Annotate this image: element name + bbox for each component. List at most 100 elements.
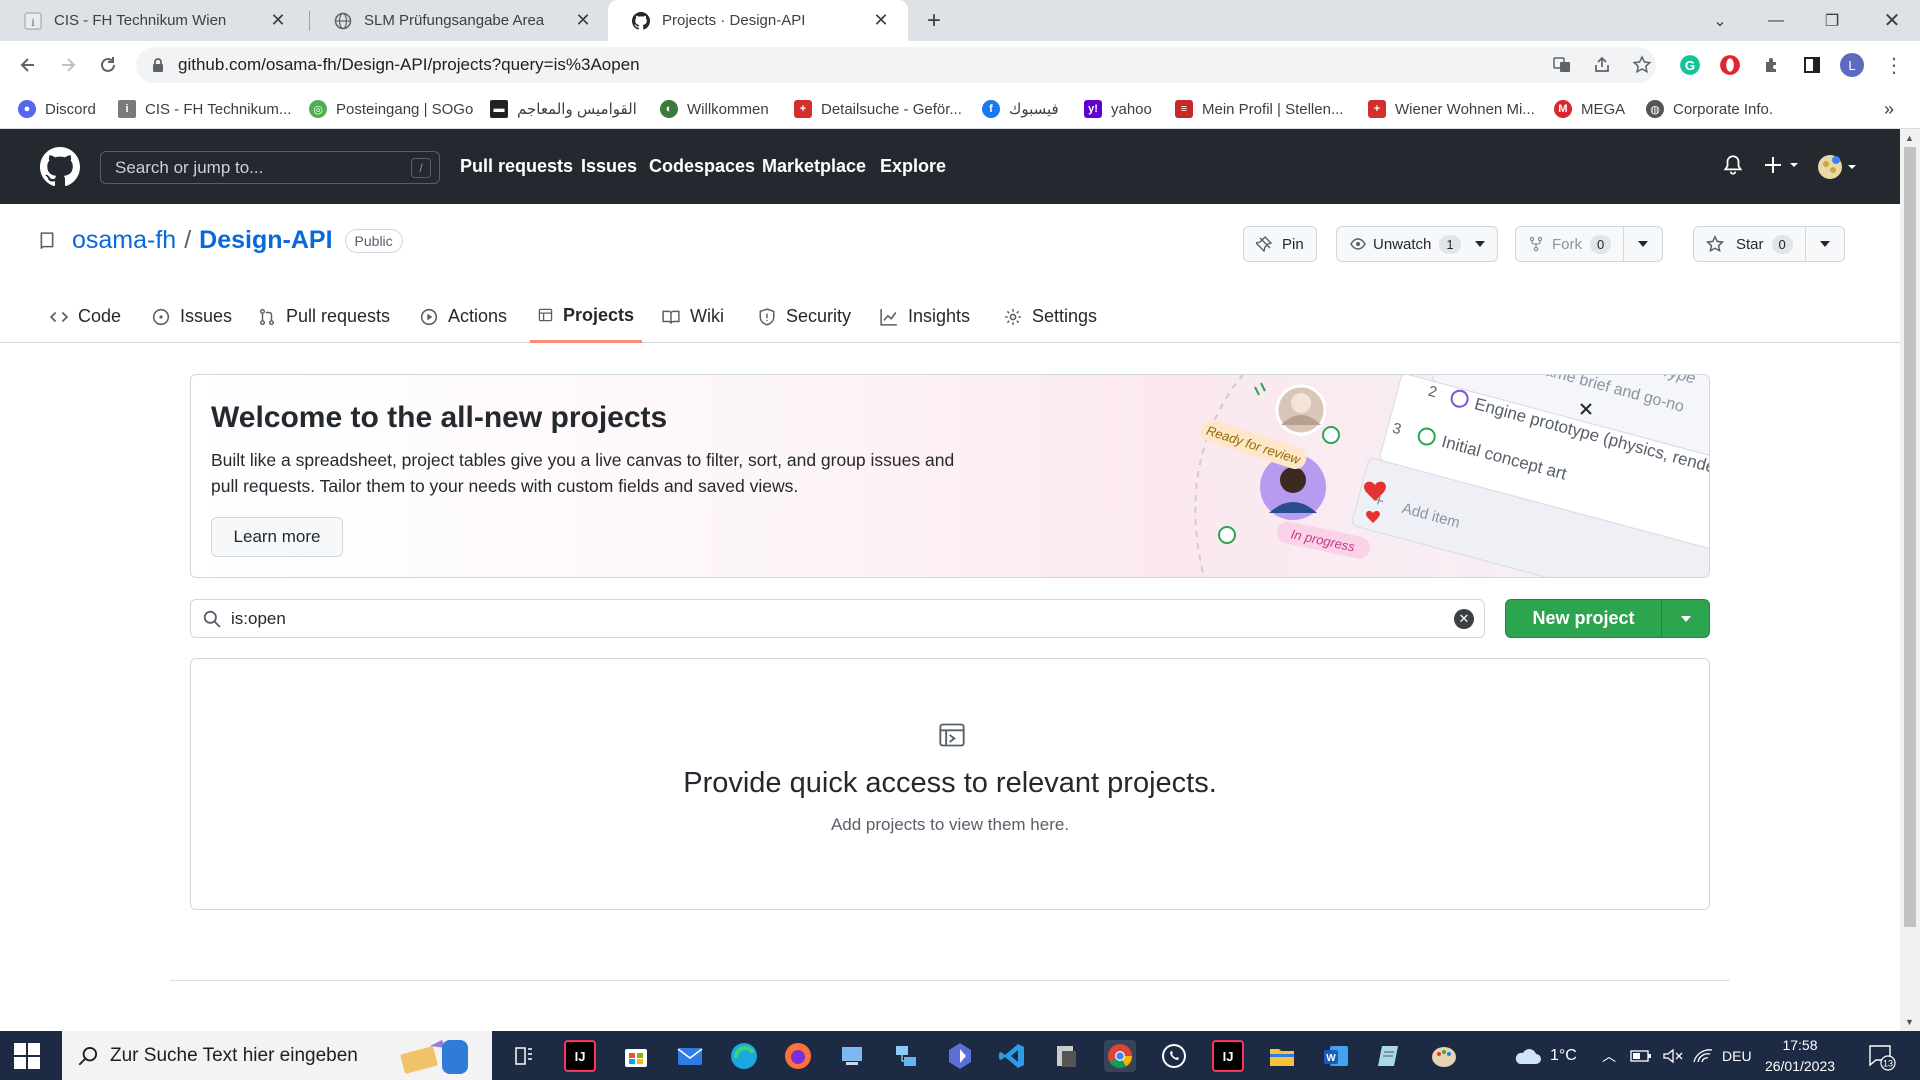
restore-button[interactable]: ❐ [1804,0,1860,41]
tab-settings[interactable]: Settings [996,290,1105,343]
minimize-button[interactable]: — [1748,0,1804,41]
tab-insights[interactable]: Insights [872,290,978,343]
global-search-input[interactable]: Search or jump to... / [100,151,440,184]
user-avatar-dropdown[interactable] [1818,154,1862,180]
scroll-up-arrow-icon[interactable]: ▲ [1905,133,1914,143]
bookmarks-overflow-icon[interactable]: » [1884,97,1894,121]
close-icon[interactable]: ✕ [870,10,892,32]
fork-button[interactable]: Fork 0 [1516,227,1623,261]
bookmark-willkommen[interactable]: ◐ Willkommen [660,97,769,121]
jetbrains-icon[interactable]: IJ [1212,1040,1244,1072]
new-project-button[interactable]: New project [1506,608,1661,629]
chrome-menu-icon[interactable]: ⋮ [1880,51,1908,79]
bookmark-star-icon[interactable] [1628,51,1656,79]
power-automate-icon[interactable] [944,1040,976,1072]
nav-pull-requests[interactable]: Pull requests [460,156,573,177]
paint-icon[interactable] [1428,1040,1460,1072]
intellij-icon[interactable]: IJ [564,1040,596,1072]
bookmark-facebook[interactable]: f فيسبوك [982,97,1059,121]
bookmark-dictionary[interactable]: ▬ القواميس والمعاجم [490,97,637,121]
reload-button[interactable] [94,51,122,79]
address-bar[interactable]: github.com/osama-fh/Design-API/projects?… [136,47,1656,83]
scrollbar-thumb[interactable] [1904,147,1916,927]
battery-icon[interactable] [1630,1031,1652,1080]
share-icon[interactable] [1588,51,1616,79]
pin-button[interactable]: Pin [1243,226,1317,262]
fork-dropdown-button[interactable] [1624,227,1662,261]
bell-icon[interactable] [1722,154,1744,176]
scroll-down-arrow-icon[interactable]: ▼ [1905,1017,1914,1027]
create-new-dropdown[interactable] [1764,154,1804,176]
nav-issues[interactable]: Issues [581,156,637,177]
projects-filter-input[interactable]: is:open ✕ [190,599,1485,638]
star-dropdown-button[interactable] [1806,227,1844,261]
bookmark-yahoo[interactable]: y! yahoo [1084,97,1152,121]
unwatch-button[interactable]: Unwatch 1 [1337,227,1473,261]
bookmark-mega[interactable]: M MEGA [1554,97,1625,121]
chrome-icon[interactable] [1104,1040,1136,1072]
bookmark-cis[interactable]: i CIS - FH Technikum... [118,97,291,121]
nav-codespaces[interactable]: Codespaces [649,156,755,177]
side-panel-icon[interactable] [1798,51,1826,79]
learn-more-button[interactable]: Learn more [211,517,343,557]
unwatch-dropdown-button[interactable] [1473,227,1497,261]
tray-overflow-icon[interactable]: ︿ [1602,1031,1616,1080]
repo-owner-link[interactable]: osama-fh [72,226,176,255]
file-explorer-icon[interactable] [1266,1040,1298,1072]
browser-tab-slm[interactable]: SLM Prüfungsangabe Area ✕ [310,0,610,41]
bookmark-mein-profil[interactable]: ≡ Mein Profil | Stellen... [1175,97,1343,121]
tab-search-icon[interactable]: ⌄ [1692,0,1748,41]
tab-pull-requests[interactable]: Pull requests [250,290,398,343]
profile-avatar[interactable]: L [1838,51,1866,79]
tab-issues[interactable]: Issues [144,290,240,343]
windows-start-icon[interactable] [14,1043,40,1069]
task-view-icon[interactable] [508,1040,540,1072]
tab-projects[interactable]: Projects [530,290,642,343]
clock[interactable]: 17:58 26/01/2023 [1760,1035,1840,1077]
tab-actions[interactable]: Actions [412,290,515,343]
close-icon[interactable]: ✕ [267,10,289,32]
nav-marketplace[interactable]: Marketplace [762,156,866,177]
forward-button[interactable] [54,51,82,79]
repo-name-link[interactable]: Design-API [199,226,332,255]
snipping-tool-icon[interactable] [1050,1040,1082,1072]
taskbar-search-input[interactable]: Zur Suche Text hier eingeben [62,1031,492,1080]
translate-icon[interactable] [1548,51,1576,79]
extensions-icon[interactable] [1758,51,1786,79]
bookmark-wiener-wohnen[interactable]: + Wiener Wohnen Mi... [1368,97,1535,121]
network-app-icon[interactable] [890,1040,922,1072]
notepad-icon[interactable] [1374,1040,1406,1072]
tab-wiki[interactable]: Wiki [654,290,732,343]
volume-muted-icon[interactable] [1662,1031,1684,1080]
bookmark-detailsuche[interactable]: + Detailsuche - Geför... [794,97,962,121]
page-scrollbar[interactable]: ▲ ▼ [1900,129,1920,1031]
word-icon[interactable]: W [1320,1040,1352,1072]
remote-desktop-icon[interactable] [836,1040,868,1072]
tab-code[interactable]: Code [42,290,129,343]
mail-icon[interactable] [674,1040,706,1072]
edge-icon[interactable] [728,1040,760,1072]
opera-vpn-icon[interactable] [1716,51,1744,79]
whatsapp-icon[interactable] [1158,1040,1190,1072]
close-icon[interactable]: ✕ [572,10,594,32]
vscode-icon[interactable] [996,1040,1028,1072]
grammarly-icon[interactable]: G [1676,51,1704,79]
github-logo-icon[interactable] [40,147,80,187]
clear-filter-icon[interactable]: ✕ [1454,609,1474,629]
notification-center-icon[interactable]: 13 [1866,1031,1896,1080]
language-indicator[interactable]: DEU [1722,1031,1752,1080]
browser-tab-projects[interactable]: Projects · Design-API ✕ [608,0,908,41]
wifi-icon[interactable] [1692,1031,1714,1080]
browser-tab-cis[interactable]: i CIS - FH Technikum Wien ✕ [0,0,305,41]
back-button[interactable] [14,51,42,79]
microsoft-store-icon[interactable] [620,1040,652,1072]
nav-explore[interactable]: Explore [880,156,946,177]
window-close-button[interactable]: ✕ [1864,0,1920,41]
bookmark-discord[interactable]: ● Discord [18,97,96,121]
weather-widget[interactable]: 1°C [1512,1031,1577,1080]
new-tab-button[interactable]: + [920,7,948,35]
tab-security[interactable]: Security [750,290,859,343]
star-button[interactable]: Star 0 [1694,227,1805,261]
bookmark-sogo[interactable]: ◎ Posteingang | SOGo [309,97,473,121]
new-project-dropdown-button[interactable] [1662,615,1709,622]
